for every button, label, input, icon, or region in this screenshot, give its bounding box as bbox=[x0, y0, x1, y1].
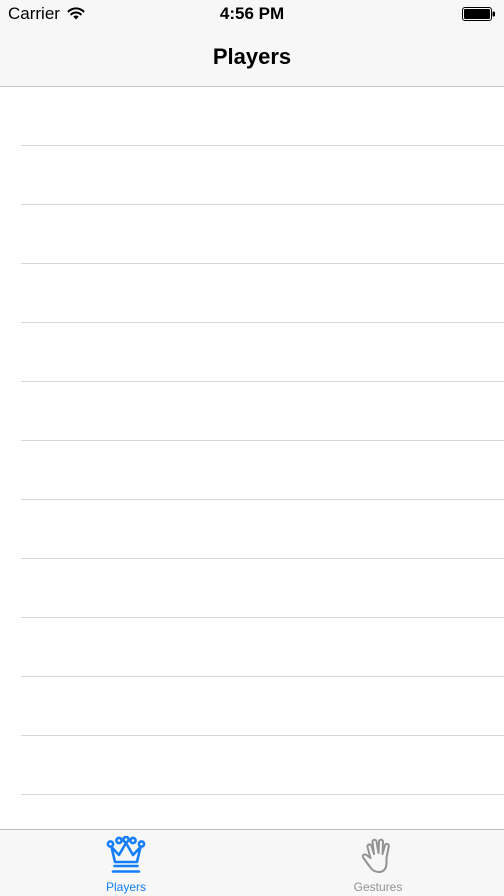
table-row[interactable] bbox=[21, 382, 504, 441]
tab-bar: Players Gestures bbox=[0, 829, 504, 896]
navigation-bar: Players bbox=[0, 28, 504, 86]
table-row[interactable] bbox=[21, 146, 504, 205]
table-row[interactable] bbox=[21, 795, 504, 829]
table-row[interactable] bbox=[21, 87, 504, 146]
hand-icon bbox=[361, 838, 390, 873]
table-row[interactable] bbox=[21, 500, 504, 559]
page-title: Players bbox=[212, 44, 292, 69]
crown-icon bbox=[106, 836, 146, 873]
table-row[interactable] bbox=[21, 677, 504, 736]
tab-players-label: Players bbox=[105, 880, 146, 894]
tab-gestures-label: Gestures bbox=[353, 880, 403, 894]
table-row[interactable] bbox=[21, 618, 504, 677]
table-row[interactable] bbox=[21, 205, 504, 264]
table-row[interactable] bbox=[21, 323, 504, 382]
top-bar: Carrier 4:56 PM Players bbox=[0, 0, 504, 87]
battery-icon bbox=[462, 7, 495, 21]
tab-players[interactable]: Players bbox=[0, 830, 252, 896]
app-screen: Carrier 4:56 PM Players Players Gestures bbox=[0, 0, 504, 896]
table-row[interactable] bbox=[21, 559, 504, 618]
table-row[interactable] bbox=[21, 736, 504, 795]
status-time: 4:56 PM bbox=[219, 4, 285, 23]
tab-gestures[interactable]: Gestures bbox=[252, 830, 504, 896]
status-bar: Carrier 4:56 PM bbox=[0, 0, 504, 28]
table-row[interactable] bbox=[21, 264, 504, 323]
players-table[interactable] bbox=[0, 87, 504, 829]
table-row[interactable] bbox=[21, 441, 504, 500]
